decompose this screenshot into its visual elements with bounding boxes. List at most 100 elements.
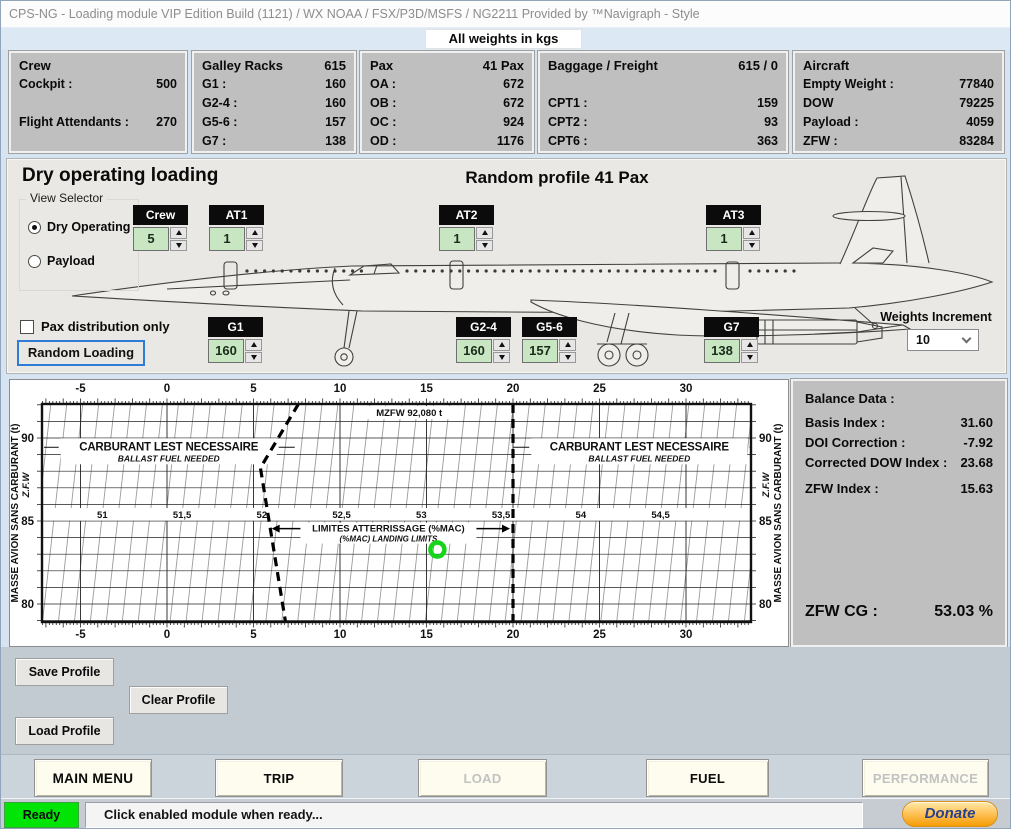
row-label: G5-6 :: [202, 113, 237, 132]
arrow-up-icon[interactable]: [493, 339, 510, 351]
svg-text:20: 20: [507, 629, 520, 641]
svg-text:5: 5: [250, 629, 257, 641]
spinner-g5-6-value[interactable]: 157: [522, 339, 558, 363]
spinner-g1-value[interactable]: 160: [208, 339, 244, 363]
svg-text:5: 5: [250, 383, 257, 395]
spinner-at2: AT2 1: [439, 205, 494, 251]
spinner-at3-value[interactable]: 1: [706, 227, 742, 251]
radio-dot-icon[interactable]: [28, 221, 41, 234]
row-label: CPT6 :: [548, 132, 588, 151]
arrow-up-icon[interactable]: [741, 339, 758, 351]
svg-text:53: 53: [416, 510, 427, 521]
row-value: 160: [325, 94, 346, 113]
load-profile-button[interactable]: Load Profile: [15, 717, 114, 745]
panel-crew: Crew Cockpit :500 Flight Attendants :270: [9, 51, 187, 153]
pax-distribution-label: Pax distribution only: [41, 319, 170, 334]
svg-text:30: 30: [680, 383, 693, 395]
row-value: 138: [325, 132, 346, 151]
svg-text:CARBURANT LEST NECESSAIRE: CARBURANT LEST NECESSAIRE: [79, 441, 259, 453]
row-label: Cockpit :: [19, 75, 72, 94]
status-ready-badge: Ready: [4, 802, 79, 828]
radio-circle-icon[interactable]: [28, 255, 41, 268]
balance-row-value: 23.68: [960, 455, 993, 470]
panel-baggage-total: 615 / 0: [738, 58, 778, 73]
arrow-up-icon[interactable]: [170, 227, 187, 239]
view-selector-label: View Selector: [26, 191, 107, 205]
svg-text:15: 15: [420, 629, 433, 641]
arrow-down-icon[interactable]: [743, 240, 760, 252]
weights-increment-select[interactable]: 10: [907, 329, 979, 351]
zfw-cg-value: 53.03 %: [934, 603, 993, 621]
arrow-down-icon[interactable]: [493, 352, 510, 364]
nav-main-menu-button[interactable]: MAIN MENU: [34, 759, 152, 797]
radio-dry-operating[interactable]: Dry Operating: [28, 220, 130, 234]
radio-payload[interactable]: Payload: [28, 254, 95, 268]
svg-text:25: 25: [593, 629, 606, 641]
spinner-g5-6-label: G5-6: [522, 317, 577, 337]
module-nav-strip: MAIN MENU TRIP LOAD FUEL PERFORMANCE: [1, 754, 1011, 798]
pax-distribution-checkbox-row[interactable]: Pax distribution only: [20, 319, 170, 334]
row-value: 270: [156, 113, 177, 132]
arrow-up-icon[interactable]: [559, 339, 576, 351]
balance-row-label: Corrected DOW Index :: [805, 455, 947, 470]
spinner-crew-label: Crew: [133, 205, 188, 225]
arrow-up-icon[interactable]: [476, 227, 493, 239]
svg-text:53,5: 53,5: [492, 510, 511, 521]
arrow-down-icon[interactable]: [741, 352, 758, 364]
spinner-crew-value[interactable]: 5: [133, 227, 169, 251]
nav-trip-button[interactable]: TRIP: [215, 759, 343, 797]
svg-text:52,5: 52,5: [332, 510, 351, 521]
row-value: 79225: [959, 94, 994, 113]
zfw-cg-label: ZFW CG :: [805, 603, 878, 621]
donate-button[interactable]: Donate: [902, 801, 998, 827]
spinner-g7-value[interactable]: 138: [704, 339, 740, 363]
svg-text:Z.F.W: Z.F.W: [761, 472, 772, 499]
svg-text:90: 90: [21, 433, 34, 445]
panel-pax: Pax41 Pax OA :672 OB :672 OC :924 OD :11…: [360, 51, 534, 153]
row-label: Payload :: [803, 113, 859, 132]
window-title: CPS-NG - Loading module VIP Edition Buil…: [1, 1, 1011, 28]
svg-text:MASSE AVION SANS CARBURANT (t): MASSE AVION SANS CARBURANT (t): [773, 424, 784, 603]
balance-row-value: -7.92: [963, 435, 993, 450]
svg-text:80: 80: [759, 599, 772, 611]
arrow-down-icon[interactable]: [559, 352, 576, 364]
spinner-g1-label: G1: [208, 317, 263, 337]
row-value: 77840: [959, 75, 994, 94]
svg-text:30: 30: [680, 629, 693, 641]
row-label: G2-4 :: [202, 94, 237, 113]
arrow-down-icon[interactable]: [245, 352, 262, 364]
arrow-up-icon[interactable]: [245, 339, 262, 351]
arrow-up-icon[interactable]: [743, 227, 760, 239]
balance-data-panel: Balance Data : Basis Index :31.60 DOI Co…: [791, 379, 1007, 647]
arrow-down-icon[interactable]: [246, 240, 263, 252]
save-profile-button[interactable]: Save Profile: [15, 658, 114, 686]
arrow-up-icon[interactable]: [246, 227, 263, 239]
random-loading-button[interactable]: Random Loading: [17, 340, 145, 366]
checkbox-icon[interactable]: [20, 320, 34, 334]
row-value: 924: [503, 113, 524, 132]
status-bar: Ready Click enabled module when ready...…: [1, 798, 1011, 829]
spinner-g2-4-value[interactable]: 160: [456, 339, 492, 363]
spinner-at1-value[interactable]: 1: [209, 227, 245, 251]
svg-text:51,5: 51,5: [173, 510, 192, 521]
panel-galley-title: Galley Racks: [202, 58, 283, 73]
spinner-at2-value[interactable]: 1: [439, 227, 475, 251]
svg-text:51: 51: [97, 510, 108, 521]
svg-text:BALLAST FUEL NEEDED: BALLAST FUEL NEEDED: [118, 453, 220, 463]
panel-galley-racks: Galley Racks615 G1 :160 G2-4 :160 G5-6 :…: [192, 51, 356, 153]
arrow-down-icon[interactable]: [170, 240, 187, 252]
balance-row-label: Basis Index :: [805, 415, 885, 430]
arrow-down-icon[interactable]: [476, 240, 493, 252]
svg-text:85: 85: [21, 516, 34, 528]
spinner-at1-label: AT1: [209, 205, 264, 225]
clear-profile-button[interactable]: Clear Profile: [129, 686, 228, 714]
svg-text:LIMITES ATTERRISSAGE (%MAC): LIMITES ATTERRISSAGE (%MAC): [312, 524, 465, 535]
nav-fuel-button[interactable]: FUEL: [646, 759, 769, 797]
svg-text:54,5: 54,5: [651, 510, 670, 521]
svg-text:Z.F.W: Z.F.W: [21, 472, 32, 499]
section-title: Dry operating loading: [22, 165, 218, 187]
spinner-g7-label: G7: [704, 317, 759, 337]
svg-text:90: 90: [759, 433, 772, 445]
svg-text:MZFW 92,080 t: MZFW 92,080 t: [376, 408, 443, 419]
svg-text:0: 0: [164, 629, 170, 641]
